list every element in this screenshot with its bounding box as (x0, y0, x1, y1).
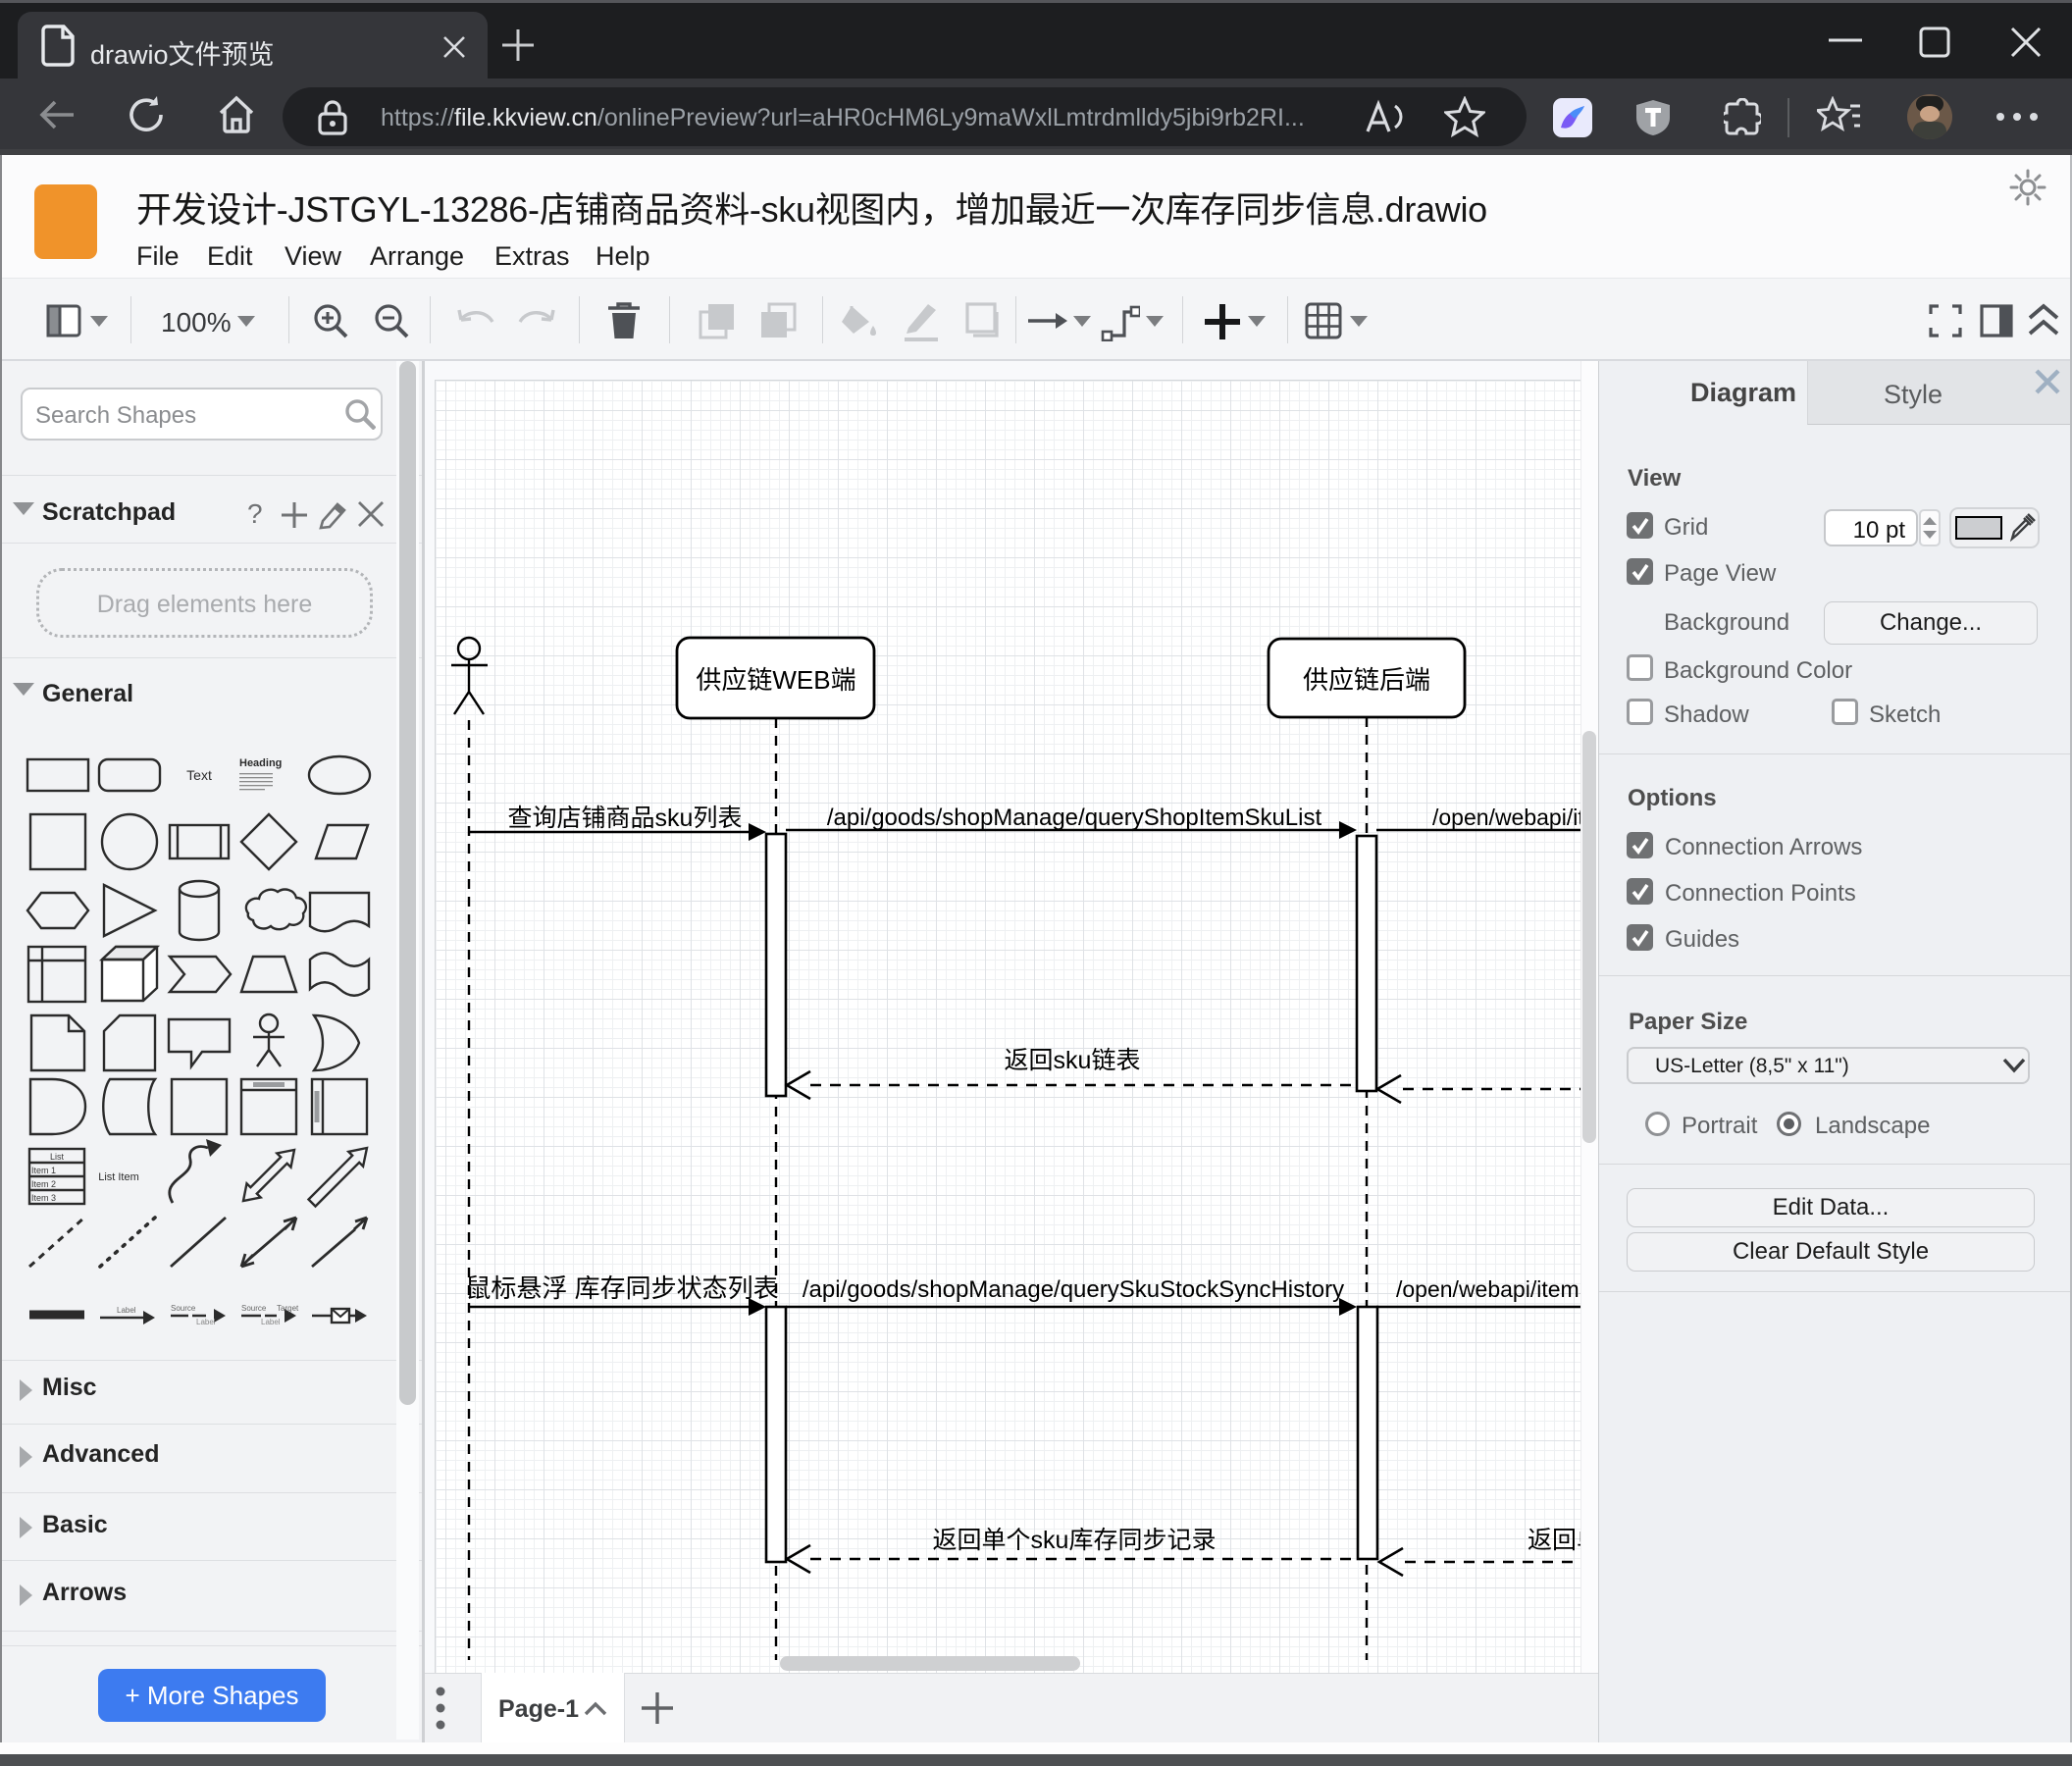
svg-text:查询店铺商品sku列表: 查询店铺商品sku列表 (508, 805, 743, 832)
svg-text:返回单个sku库存同步记录: 返回单个sku库存同步记录 (933, 1527, 1217, 1554)
svg-text:Label: Label (261, 1318, 281, 1326)
svg-text:Item 3: Item 3 (31, 1193, 56, 1203)
svg-text:供应链WEB端: 供应链WEB端 (696, 665, 855, 695)
svg-text:Heading: Heading (239, 757, 282, 769)
svg-text:Source: Source (171, 1304, 196, 1313)
svg-text:List: List (50, 1152, 65, 1162)
svg-text:List Item: List Item (98, 1171, 139, 1183)
svg-text:Text: Text (186, 767, 212, 783)
svg-text:Target: Target (277, 1304, 299, 1313)
svg-text:/open/webapi/itemSkuList: /open/webapi/itemSkuList (1432, 805, 1580, 830)
svg-text:Label: Label (117, 1306, 136, 1315)
svg-text:鼠标悬浮 库存同步状态列表: 鼠标悬浮 库存同步状态列表 (465, 1273, 778, 1303)
svg-text:供应链后端: 供应链后端 (1303, 665, 1430, 695)
svg-text:/open/webapi/itemSkuSync: /open/webapi/itemSkuSync (1396, 1276, 1580, 1302)
svg-text:Source: Source (241, 1304, 267, 1313)
svg-text:/api/goods/shopManage/querySku: /api/goods/shopManage/querySkuStockSyncH… (803, 1276, 1344, 1303)
svg-text:Item 1: Item 1 (31, 1166, 56, 1175)
svg-text:Item 2: Item 2 (31, 1179, 56, 1189)
svg-text:返回单个sku: 返回单个sku (1528, 1527, 1580, 1554)
svg-text:返回sku链表: 返回sku链表 (1005, 1047, 1141, 1074)
svg-text:Label: Label (196, 1318, 216, 1326)
svg-text:/api/goods/shopManage/querySho: /api/goods/shopManage/queryShopItemSkuLi… (827, 805, 1322, 831)
